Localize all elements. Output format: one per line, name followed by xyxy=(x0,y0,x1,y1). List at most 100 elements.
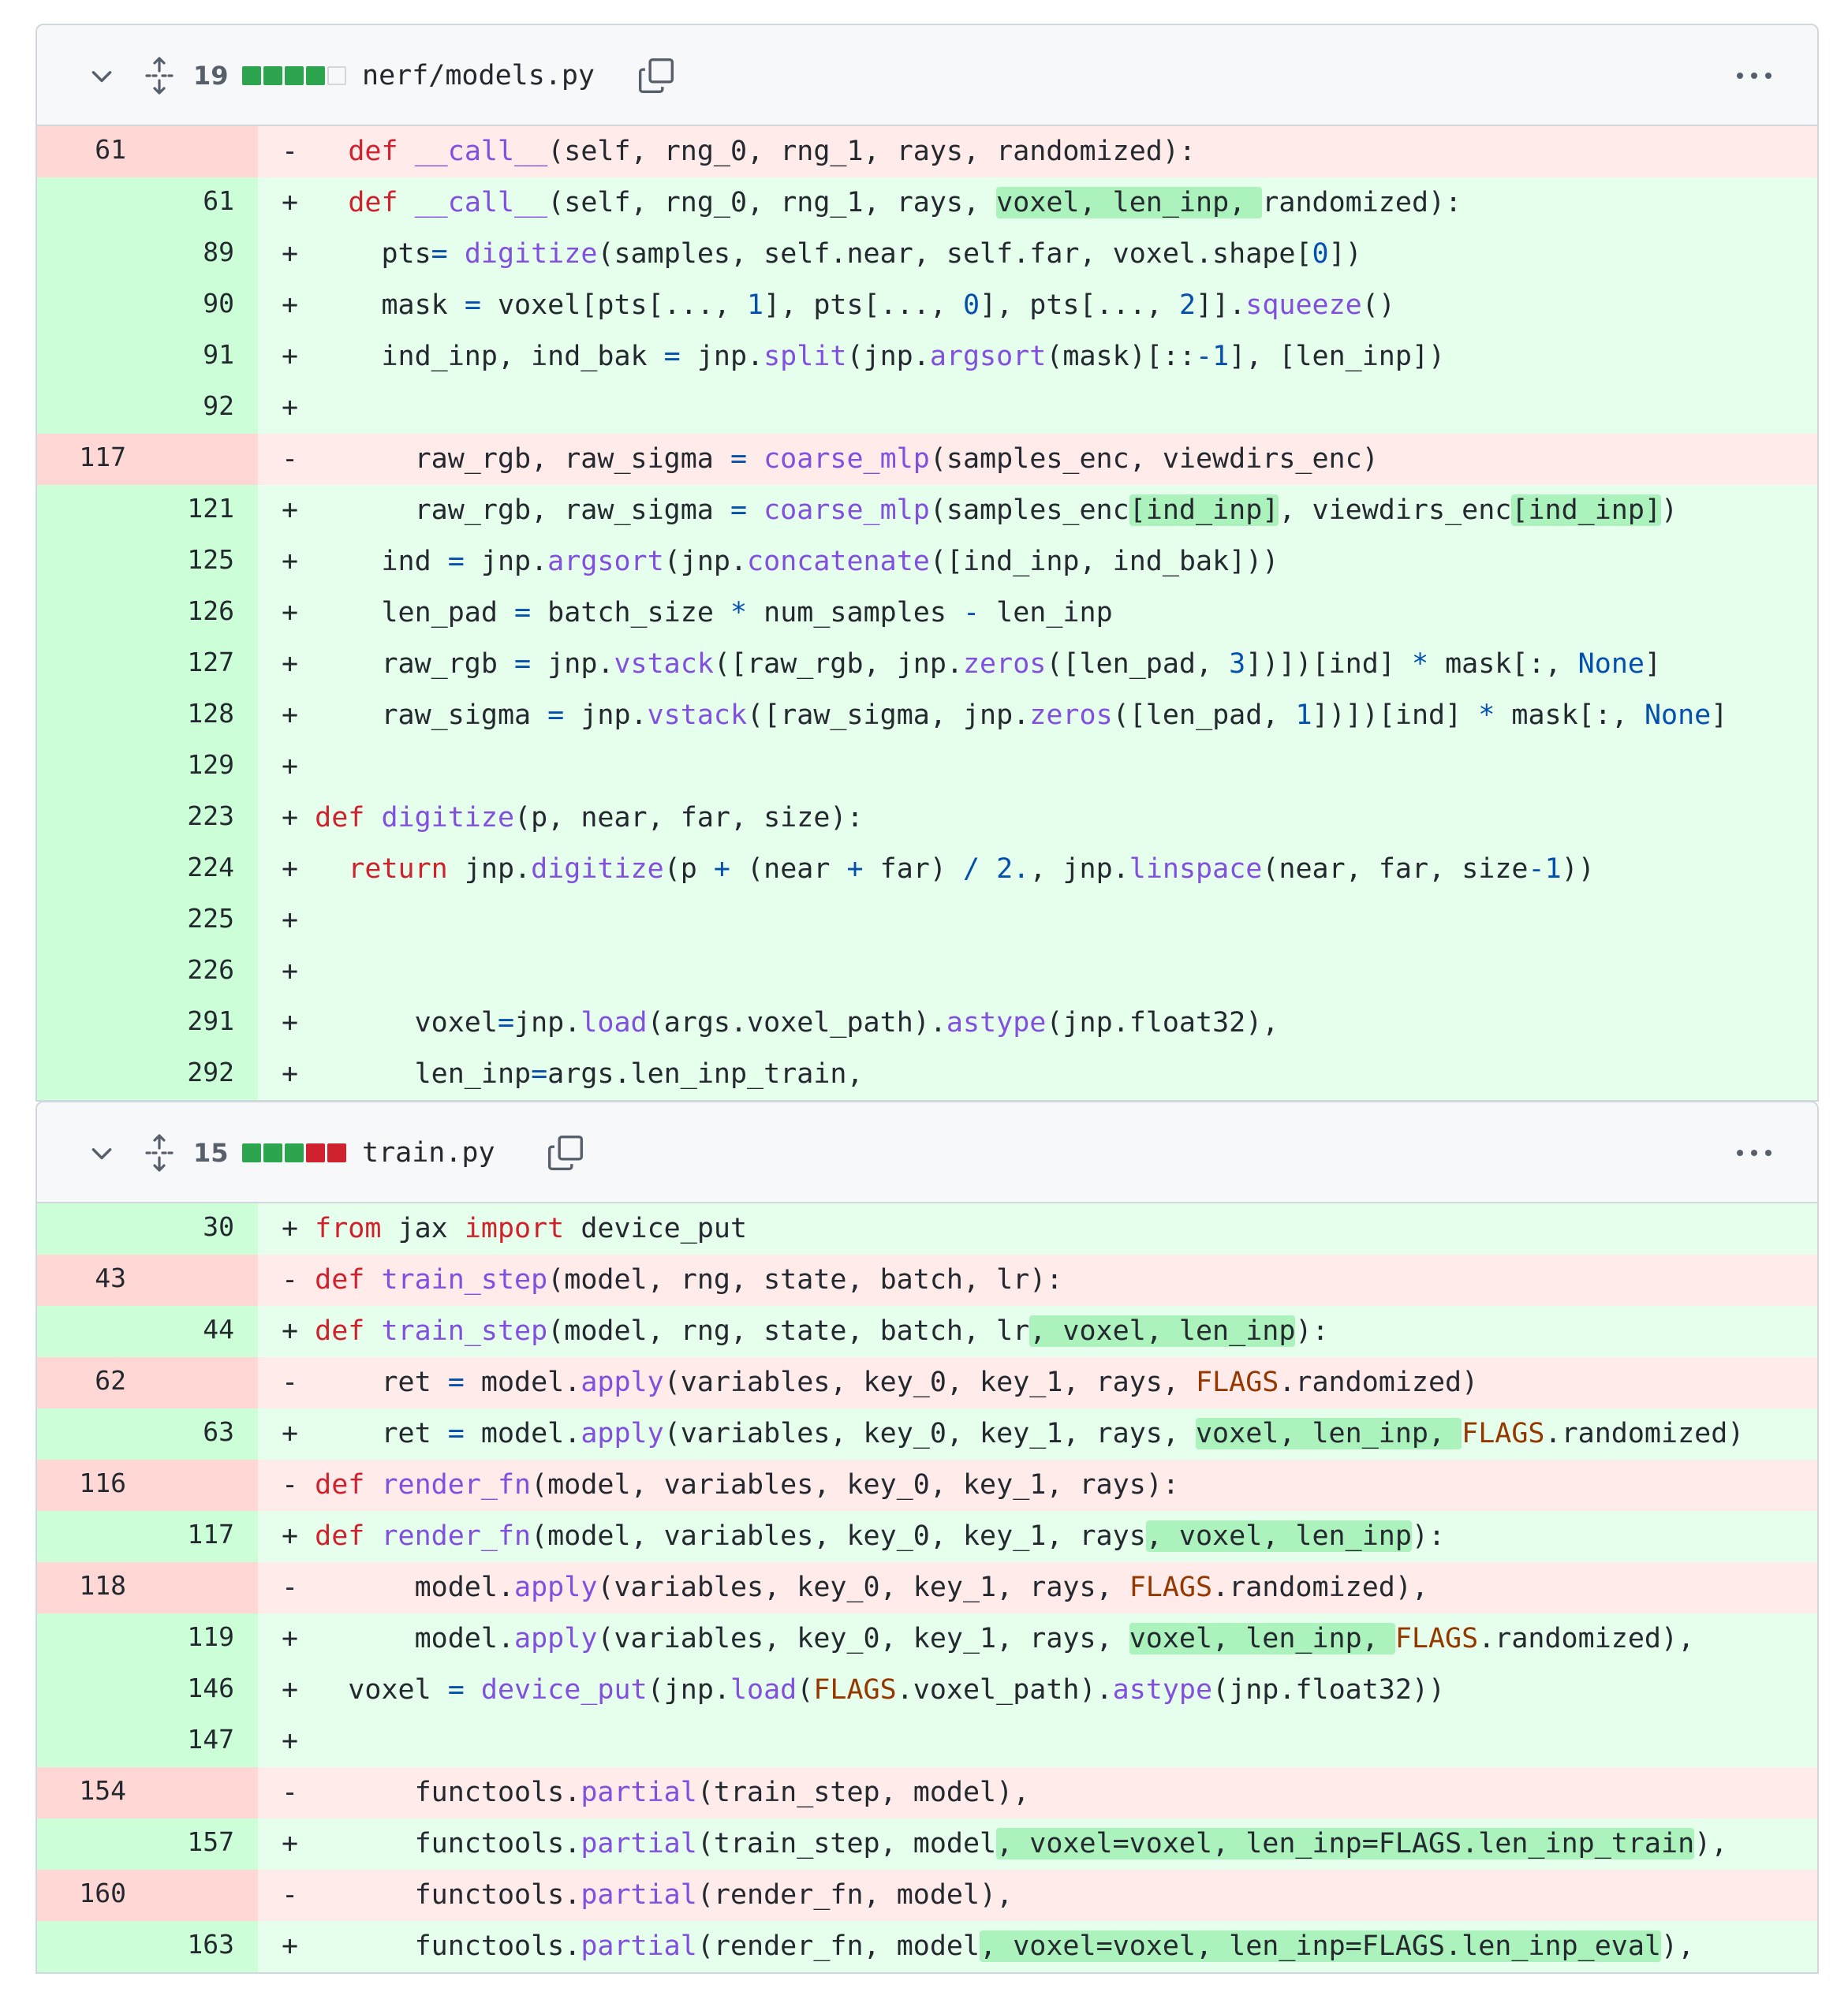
old-line-number[interactable] xyxy=(37,690,144,741)
old-line-number[interactable] xyxy=(37,331,144,382)
code-token: , jnp. xyxy=(1029,853,1129,885)
new-line-number[interactable]: 44 xyxy=(144,1306,258,1357)
added-line: 63 + ret = model.apply(variables, key_0, … xyxy=(37,1408,1817,1460)
old-line-number[interactable] xyxy=(37,741,144,793)
old-line-number[interactable] xyxy=(37,946,144,998)
new-line-number[interactable]: 147 xyxy=(144,1716,258,1767)
old-line-number[interactable] xyxy=(37,793,144,844)
new-line-number[interactable]: 117 xyxy=(144,1511,258,1562)
new-line-number[interactable]: 157 xyxy=(144,1818,258,1870)
old-line-number[interactable] xyxy=(37,1408,144,1460)
old-line-number[interactable] xyxy=(37,1511,144,1562)
old-line-number[interactable] xyxy=(37,1613,144,1665)
code-token: 1 xyxy=(1295,699,1312,731)
collapse-button[interactable] xyxy=(88,1102,115,1203)
code-token: raw_rgb, raw_sigma xyxy=(315,494,730,526)
new-line-number[interactable]: 125 xyxy=(144,536,258,587)
old-line-number[interactable] xyxy=(37,177,144,229)
new-line-number[interactable]: 89 xyxy=(144,229,258,280)
new-line-number[interactable]: 121 xyxy=(144,485,258,536)
old-line-number[interactable]: 118 xyxy=(37,1562,144,1613)
diff-marker: + xyxy=(282,392,299,423)
copy-path-button[interactable] xyxy=(637,25,676,126)
old-line-number[interactable]: 154 xyxy=(37,1767,144,1818)
changed-text-highlight: voxel, len_inp, xyxy=(1129,1623,1395,1654)
old-line-number[interactable]: 43 xyxy=(37,1255,144,1306)
code-token: from xyxy=(315,1213,382,1244)
code-token: FLAGS xyxy=(1195,1367,1279,1398)
more-options-button[interactable] xyxy=(1734,1102,1774,1203)
old-line-number[interactable] xyxy=(37,998,144,1049)
new-line-number[interactable]: 223 xyxy=(144,793,258,844)
new-line-number[interactable]: 30 xyxy=(144,1203,258,1255)
more-options-button[interactable] xyxy=(1734,25,1774,126)
code-token: mask[:, xyxy=(1495,699,1645,731)
file-name[interactable]: nerf/models.py xyxy=(362,25,595,126)
new-line-number[interactable]: 224 xyxy=(144,844,258,895)
new-line-number[interactable] xyxy=(144,1460,258,1511)
new-line-number[interactable] xyxy=(144,1870,258,1921)
code-line: + model.apply(variables, key_0, key_1, r… xyxy=(258,1613,1817,1665)
old-line-number[interactable]: 62 xyxy=(37,1357,144,1408)
new-line-number[interactable]: 225 xyxy=(144,895,258,946)
expand-all-button[interactable] xyxy=(144,1102,175,1203)
old-line-number[interactable] xyxy=(37,639,144,690)
old-line-number[interactable] xyxy=(37,536,144,587)
old-line-number[interactable] xyxy=(37,1716,144,1767)
code-token: ], pts[..., xyxy=(980,289,1179,321)
new-line-number[interactable] xyxy=(144,434,258,485)
new-line-number[interactable]: 126 xyxy=(144,587,258,639)
code-token: apply xyxy=(514,1623,598,1654)
new-line-number[interactable]: 63 xyxy=(144,1408,258,1460)
old-line-number[interactable] xyxy=(37,1203,144,1255)
changed-text-highlight: , voxel=voxel, len_inp=FLAGS.len_inp_tra… xyxy=(996,1828,1695,1859)
copy-path-button[interactable] xyxy=(546,1102,585,1203)
new-line-number[interactable] xyxy=(144,1357,258,1408)
old-line-number[interactable] xyxy=(37,485,144,536)
new-line-number[interactable]: 146 xyxy=(144,1665,258,1716)
file-name[interactable]: train.py xyxy=(362,1102,495,1203)
new-line-number[interactable]: 226 xyxy=(144,946,258,998)
new-line-number[interactable] xyxy=(144,126,258,177)
diff-marker: - xyxy=(282,1469,299,1501)
diff-marker: - xyxy=(282,443,299,475)
new-line-number[interactable]: 119 xyxy=(144,1613,258,1665)
old-line-number[interactable]: 116 xyxy=(37,1460,144,1511)
old-line-number[interactable] xyxy=(37,382,144,434)
old-line-number[interactable] xyxy=(37,1049,144,1100)
new-line-number[interactable]: 129 xyxy=(144,741,258,793)
new-line-number[interactable]: 90 xyxy=(144,280,258,331)
new-line-number[interactable] xyxy=(144,1767,258,1818)
old-line-number[interactable] xyxy=(37,280,144,331)
old-line-number[interactable] xyxy=(37,844,144,895)
new-line-number[interactable] xyxy=(144,1255,258,1306)
old-line-number[interactable] xyxy=(37,1306,144,1357)
copy-icon xyxy=(638,58,674,94)
old-line-number[interactable] xyxy=(37,229,144,280)
old-line-number[interactable] xyxy=(37,587,144,639)
old-line-number[interactable]: 61 xyxy=(37,126,144,177)
old-line-number[interactable]: 117 xyxy=(37,434,144,485)
new-line-number[interactable]: 292 xyxy=(144,1049,258,1100)
code-token: (p, near, far, size): xyxy=(514,802,864,834)
new-line-number[interactable]: 127 xyxy=(144,639,258,690)
new-line-number[interactable]: 92 xyxy=(144,382,258,434)
old-line-number[interactable] xyxy=(37,1818,144,1870)
expand-all-button[interactable] xyxy=(144,25,175,126)
new-line-number[interactable]: 163 xyxy=(144,1921,258,1972)
new-line-number[interactable]: 61 xyxy=(144,177,258,229)
code-token: (near, far, size xyxy=(1262,853,1529,885)
new-line-number[interactable]: 91 xyxy=(144,331,258,382)
old-line-number[interactable]: 160 xyxy=(37,1870,144,1921)
collapse-button[interactable] xyxy=(88,25,115,126)
new-line-number[interactable] xyxy=(144,1562,258,1613)
code-token: ) xyxy=(1661,494,1678,526)
code-token: apply xyxy=(581,1418,664,1449)
old-line-number[interactable] xyxy=(37,895,144,946)
new-line-number[interactable]: 128 xyxy=(144,690,258,741)
old-line-number[interactable] xyxy=(37,1921,144,1972)
code-line: + def render_fn(model, variables, key_0,… xyxy=(258,1511,1817,1562)
old-line-number[interactable] xyxy=(37,1665,144,1716)
new-line-number[interactable]: 291 xyxy=(144,998,258,1049)
